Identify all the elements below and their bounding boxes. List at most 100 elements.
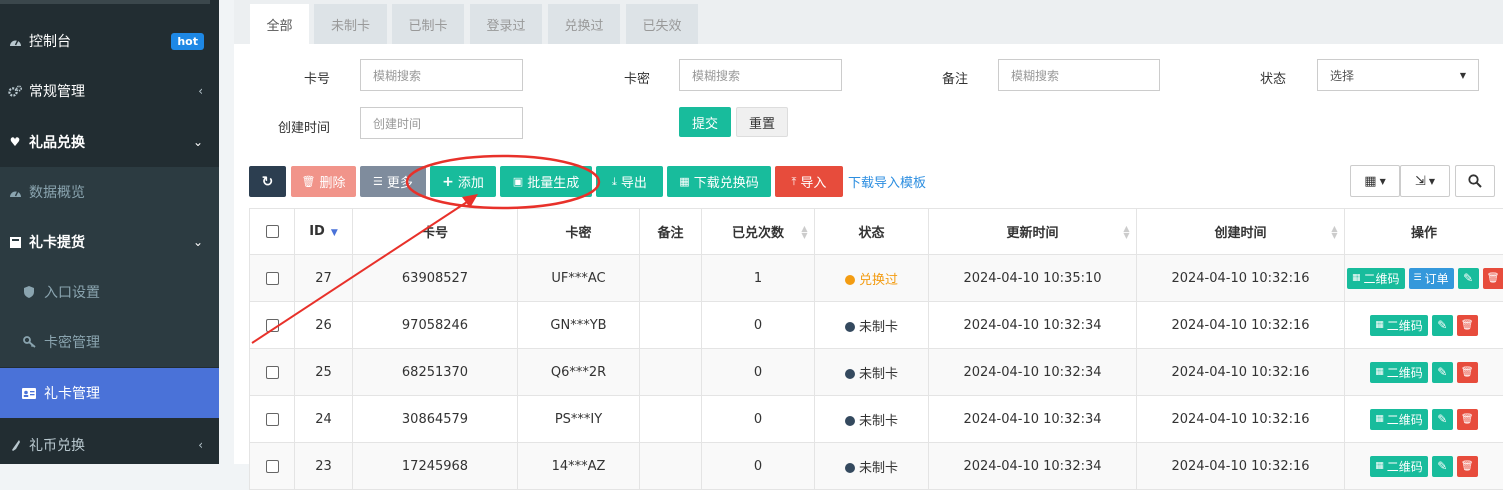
- dashboard-icon: [8, 36, 22, 47]
- tab-logged-in[interactable]: 登录过: [470, 4, 542, 44]
- sidebar-item-coin-exchange[interactable]: 礼币兑换 ‹: [0, 420, 219, 470]
- export-label: 导出: [621, 172, 647, 191]
- header-label: 创建时间: [1214, 226, 1266, 241]
- sidebar-top-divider: [0, 0, 210, 4]
- cell-remark: [640, 349, 702, 396]
- trash-icon: 🗑: [302, 175, 316, 188]
- header-remark: 备注: [640, 209, 702, 255]
- cell-status: 未制卡: [815, 349, 929, 396]
- delete-row-button[interactable]: 🗑: [1457, 409, 1478, 430]
- delete-row-button[interactable]: 🗑: [1483, 268, 1503, 289]
- sidebar-item-card-management[interactable]: 礼卡管理: [0, 368, 219, 418]
- list-icon: ☰: [1414, 273, 1422, 283]
- table-row: 26 97058246 GN***YB 0 未制卡 2024-04-10 10:…: [250, 302, 1503, 349]
- card-pw-input[interactable]: 模糊搜索: [679, 59, 842, 91]
- upload-icon: ⤒: [792, 175, 797, 189]
- export-menu-button[interactable]: ⇲▼: [1400, 165, 1450, 197]
- qrcode-button[interactable]: ▦二维码: [1370, 362, 1428, 383]
- select-all-checkbox[interactable]: [266, 225, 279, 238]
- search-button[interactable]: [1455, 165, 1495, 197]
- pencil-icon: ✎: [1437, 318, 1447, 332]
- tab-unmade[interactable]: 未制卡: [314, 4, 387, 44]
- row-checkbox[interactable]: [266, 413, 279, 426]
- header-created[interactable]: 创建时间▲▼: [1137, 209, 1345, 255]
- row-checkbox[interactable]: [266, 460, 279, 473]
- cell-status: 未制卡: [815, 302, 929, 349]
- table-row: 24 30864579 PS***IY 0 未制卡 2024-04-10 10:…: [250, 396, 1503, 443]
- refresh-button[interactable]: ↻: [249, 166, 286, 197]
- card-no-input[interactable]: 模糊搜索: [360, 59, 523, 91]
- cell-updated: 2024-04-10 10:32:34: [929, 396, 1137, 443]
- import-label: 导入: [800, 172, 826, 191]
- tab-made[interactable]: 已制卡: [392, 4, 464, 44]
- tab-expired[interactable]: 已失效: [626, 4, 698, 44]
- import-button[interactable]: ⤒导入: [775, 166, 843, 197]
- delete-label: 删除: [319, 172, 345, 191]
- sidebar-item-card-pickup[interactable]: 礼卡提货 ⌄: [0, 217, 219, 267]
- header-redeem-count[interactable]: 已兑次数▲▼: [702, 209, 815, 255]
- heart-icon: ♥: [8, 135, 22, 149]
- edit-button[interactable]: ✎: [1432, 456, 1453, 477]
- created-input[interactable]: 创建时间: [360, 107, 523, 139]
- sidebar-item-gift-exchange[interactable]: ♥ 礼品兑换 ⌄: [0, 117, 219, 167]
- row-checkbox[interactable]: [266, 366, 279, 379]
- qrcode-button[interactable]: ▦二维码: [1370, 315, 1428, 336]
- sidebar-item-label: 数据概览: [29, 182, 219, 202]
- header-updated[interactable]: 更新时间▲▼: [929, 209, 1137, 255]
- row-checkbox[interactable]: [266, 272, 279, 285]
- tab-all[interactable]: 全部: [250, 4, 309, 44]
- export-icon: ⇲: [1415, 174, 1426, 189]
- header-label: ID: [309, 224, 325, 239]
- download-template-link[interactable]: 下载导入模板: [848, 172, 926, 191]
- cell-created: 2024-04-10 10:32:16: [1137, 349, 1345, 396]
- edit-button[interactable]: ✎: [1432, 315, 1453, 336]
- chevron-down-icon: ⌄: [193, 135, 203, 149]
- cell-card-no: 30864579: [353, 396, 518, 443]
- edit-button[interactable]: ✎: [1432, 362, 1453, 383]
- delete-row-button[interactable]: 🗑: [1457, 456, 1478, 477]
- sidebar-item-general[interactable]: 常规管理 ‹: [0, 66, 219, 116]
- row-select-cell: [250, 302, 295, 349]
- export-button[interactable]: ⤓导出: [596, 166, 663, 197]
- cell-card-no: 68251370: [353, 349, 518, 396]
- qrcode-button[interactable]: ▦二维码: [1370, 409, 1428, 430]
- sidebar-item-data-overview[interactable]: 数据概览: [0, 167, 219, 217]
- qrcode-button[interactable]: ▦二维码: [1370, 456, 1428, 477]
- add-button[interactable]: +添加: [430, 166, 496, 197]
- caret-down-icon: ▼: [1429, 177, 1435, 186]
- status-text: 未制卡: [859, 461, 898, 476]
- download-codes-button[interactable]: ▦下载兑换码: [667, 166, 771, 197]
- edit-button[interactable]: ✎: [1432, 409, 1453, 430]
- submit-button[interactable]: 提交: [679, 107, 731, 137]
- header-id[interactable]: ID▼: [295, 209, 353, 255]
- cell-card-no: 63908527: [353, 255, 518, 302]
- gift-icon: [8, 237, 22, 248]
- sidebar-item-dashboard[interactable]: 控制台 hot: [0, 16, 219, 66]
- delete-row-button[interactable]: 🗑: [1457, 315, 1478, 336]
- sidebar-item-entry-settings[interactable]: 入口设置: [0, 267, 219, 317]
- cell-actions: ▦二维码✎🗑: [1345, 443, 1503, 490]
- columns-toggle-button[interactable]: ▦▼: [1350, 165, 1400, 197]
- cell-remark: [640, 255, 702, 302]
- remark-input[interactable]: 模糊搜索: [998, 59, 1160, 91]
- order-label: 订单: [1425, 270, 1449, 287]
- batch-generate-button[interactable]: ▣批量生成: [500, 166, 592, 197]
- sort-icon: ▲▼: [1123, 225, 1130, 239]
- chevron-left-icon: ‹: [198, 438, 203, 452]
- delete-row-button[interactable]: 🗑: [1457, 362, 1478, 383]
- header-label: 已兑次数: [732, 226, 784, 241]
- qrcode-button[interactable]: ▦二维码: [1347, 268, 1405, 289]
- reset-button[interactable]: 重置: [736, 107, 788, 137]
- cell-created: 2024-04-10 10:32:16: [1137, 302, 1345, 349]
- sidebar-item-label: 礼币兑换: [29, 435, 198, 455]
- order-button[interactable]: ☰订单: [1409, 268, 1454, 289]
- status-select[interactable]: 选择 ▼: [1317, 59, 1479, 91]
- more-button[interactable]: ☰更多: [360, 166, 426, 197]
- status-dot-icon: [845, 463, 855, 473]
- cell-id: 23: [295, 443, 353, 490]
- row-checkbox[interactable]: [266, 319, 279, 332]
- tab-redeemed[interactable]: 兑换过: [548, 4, 620, 44]
- edit-button[interactable]: ✎: [1458, 268, 1479, 289]
- delete-button[interactable]: 🗑删除: [291, 166, 356, 197]
- sidebar-item-card-secret[interactable]: 卡密管理: [0, 317, 219, 367]
